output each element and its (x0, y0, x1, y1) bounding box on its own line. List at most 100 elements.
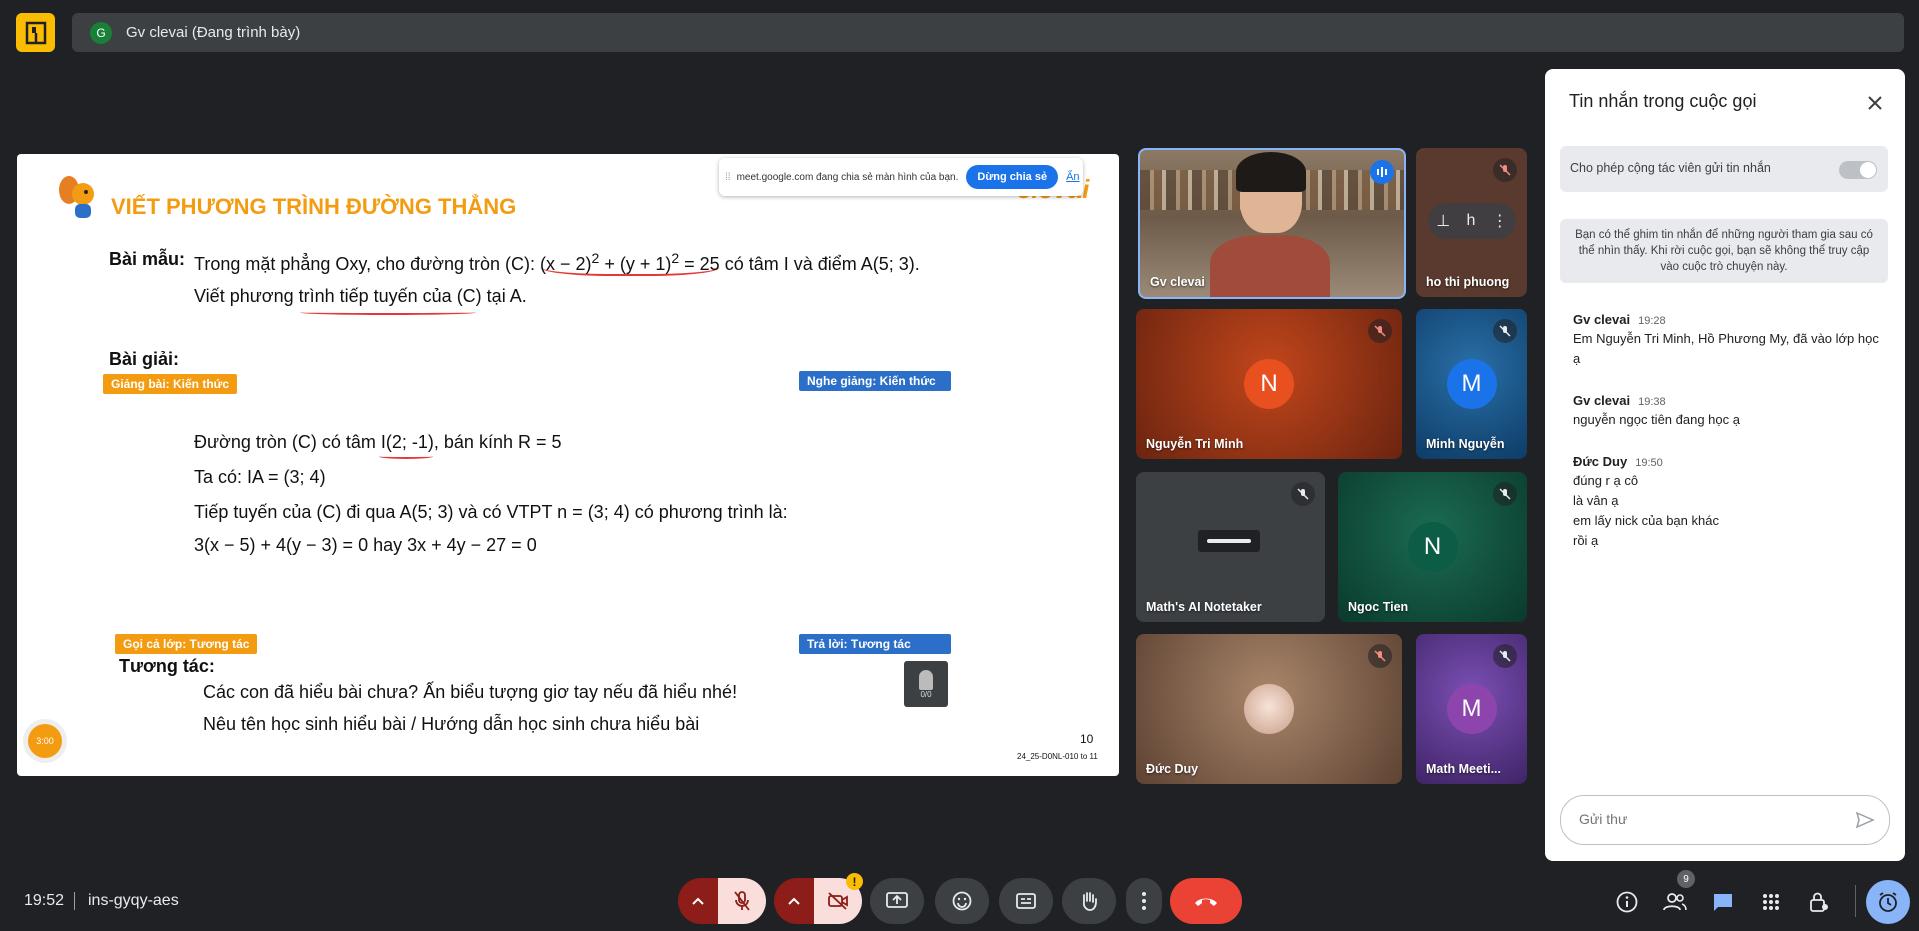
participant-name: Minh Nguyễn (1426, 437, 1505, 451)
clock: 19:52 (24, 892, 65, 909)
participant-tile-gv-clevai[interactable]: Gv clevai (1138, 148, 1406, 299)
mic-off-icon (734, 891, 750, 911)
participant-avatar: M (1446, 684, 1497, 734)
people-icon (1663, 893, 1687, 911)
presenter-hair (1236, 152, 1306, 192)
solution-line-1: Đường tròn (C) có tâm I(2; -1), bán kính… (194, 432, 562, 452)
participant-tile-nguyen-tri-minh[interactable]: N Nguyễn Tri Minh (1136, 309, 1402, 459)
message-input-box[interactable] (1560, 795, 1890, 845)
captions-button[interactable] (999, 878, 1053, 924)
slide-title: VIẾT PHƯƠNG TRÌNH ĐƯỜNG THẲNG (111, 194, 517, 219)
presenter-bar[interactable]: G Gv clevai (Đang trình bày) (72, 13, 1904, 52)
apps-grid-icon (1763, 894, 1779, 910)
leave-call-button[interactable] (1170, 878, 1242, 924)
present-screen-button[interactable] (870, 878, 924, 924)
presenter-avatar: G (90, 21, 112, 44)
more-options-button[interactable] (1126, 878, 1162, 924)
panel-divider (1855, 885, 1856, 917)
raise-hand-icon (1082, 892, 1097, 911)
mic-off-icon (1368, 644, 1392, 668)
participant-name: Gv clevai (1150, 275, 1205, 289)
participant-avatar: M (1446, 359, 1497, 409)
captions-icon (1016, 893, 1036, 909)
close-icon (1868, 96, 1882, 110)
more-options-icon[interactable]: ⋮ (1492, 211, 1508, 231)
timer-value: 3:00 (28, 724, 62, 758)
allow-messages-toggle[interactable] (1839, 161, 1877, 179)
meet-logo-icon (16, 13, 55, 52)
lock-person-icon (1810, 892, 1828, 912)
solution-label: Bài giải: (109, 349, 180, 369)
send-button[interactable] (1855, 810, 1875, 835)
solution-line-2: Ta có: IA = (3; 4) (194, 467, 326, 487)
close-chat-button[interactable] (1861, 89, 1889, 117)
timer-button[interactable] (1866, 880, 1910, 924)
participant-tile-ngoc-tien[interactable]: N Ngoc Tien (1338, 472, 1527, 622)
present-icon (886, 892, 908, 908)
allow-messages-label: Cho phép cộng tác viên gửi tin nhắn (1570, 161, 1771, 175)
mic-toggle-button[interactable] (718, 878, 766, 924)
share-banner-text: meet.google.com đang chia sẻ màn hình củ… (736, 171, 959, 183)
video-options-button[interactable] (774, 878, 814, 924)
problem-line-1: Trong mặt phẳng Oxy, cho đường tròn (C):… (194, 250, 920, 276)
notetaker-logo-icon (1198, 530, 1260, 552)
presenter-shirt (1210, 235, 1330, 297)
send-icon (1855, 811, 1875, 829)
mic-off-icon (1493, 158, 1517, 182)
activities-button[interactable] (1749, 880, 1793, 924)
mic-off-icon (1493, 482, 1517, 506)
camera-off-icon (828, 892, 848, 910)
host-controls-button[interactable] (1797, 880, 1841, 924)
participant-tile-ho-thi-phuong[interactable]: ⊥ h ⋮ ho thi phuong (1416, 148, 1527, 297)
solution-line-4: 3(x − 5) + 4(y − 3) = 0 hay 3x + 4y − 27… (194, 535, 537, 555)
chevron-up-icon (692, 897, 704, 905)
emoji-icon (952, 891, 972, 911)
mic-off-icon (1493, 644, 1517, 668)
hang-up-icon (1195, 898, 1217, 906)
solution-line-3: Tiếp tuyến của (C) đi qua A(5; 3) và có … (194, 502, 788, 522)
participant-tile-ai-notetaker[interactable]: Math's AI Notetaker (1136, 472, 1325, 622)
raise-hand-widget: 0/0 (904, 661, 948, 707)
participant-name: ho thi phuong (1426, 275, 1510, 289)
pin-notice: Bạn có thể ghim tin nhắn để những người … (1560, 219, 1888, 283)
participant-tile-minh-nguyen[interactable]: M Minh Nguyễn (1416, 309, 1527, 459)
pin-icon[interactable]: ⊥ (1436, 211, 1450, 231)
chat-message: Đức Duy 19:50 đúng r ạ cô là vân ạ em lấy… (1573, 454, 1719, 548)
problem-line-2: Viết phương trình tiếp tuyến của (C) tại… (194, 286, 527, 306)
stop-sharing-button[interactable]: Dừng chia sẻ (966, 165, 1059, 189)
reactions-button[interactable] (935, 878, 989, 924)
info-icon (1616, 891, 1638, 913)
hide-banner-link[interactable]: Ẩn (1066, 171, 1079, 183)
page-number: 10 (1080, 732, 1094, 746)
sample-label: Bài mẫu: (109, 249, 186, 269)
drag-handle-icon[interactable]: ⁞⁞ (725, 172, 731, 183)
chevron-up-icon (788, 897, 800, 905)
meeting-details-button[interactable] (1605, 880, 1649, 924)
tag-answer: Trả lời: Tương tác (799, 634, 951, 654)
participant-name: Nguyễn Tri Minh (1146, 437, 1244, 451)
allow-messages-row: Cho phép cộng tác viên gửi tin nhắn (1560, 146, 1888, 192)
participant-avatar: N (1244, 359, 1294, 409)
chat-message: Gv clevai 19:38 nguyễn ngọc tiên đang học… (1573, 393, 1740, 427)
mic-off-icon (1368, 319, 1392, 343)
raise-hand-button[interactable] (1062, 878, 1116, 924)
participant-avatar-photo (1244, 684, 1294, 734)
tile-hover-controls[interactable]: ⊥ h ⋮ (1428, 203, 1516, 239)
mic-off-icon (1291, 482, 1315, 506)
message-input[interactable] (1577, 810, 1831, 828)
person-icon (919, 669, 933, 690)
participant-tile-duc-duy[interactable]: Đức Duy (1136, 634, 1402, 784)
warning-badge-icon: ! (846, 873, 863, 890)
participant-tile-math-meeting[interactable]: M Math Meeti... (1416, 634, 1527, 784)
solution-underline (379, 454, 433, 459)
chat-button[interactable] (1701, 880, 1745, 924)
tile-letter-h: h (1466, 212, 1476, 229)
share-banner: ⁞⁞ meet.google.com đang chia sẻ màn hình… (719, 158, 1083, 196)
chat-icon (1714, 894, 1732, 911)
participant-name: Ngoc Tien (1348, 600, 1409, 614)
audio-options-button[interactable] (678, 878, 718, 924)
chat-panel: Tin nhắn trong cuộc gọi Cho phép cộng tá… (1545, 69, 1905, 861)
people-count-badge: 9 (1677, 870, 1695, 888)
timer-badge: 3:00 (23, 719, 67, 763)
participant-name: Math Meeti... (1426, 762, 1502, 776)
